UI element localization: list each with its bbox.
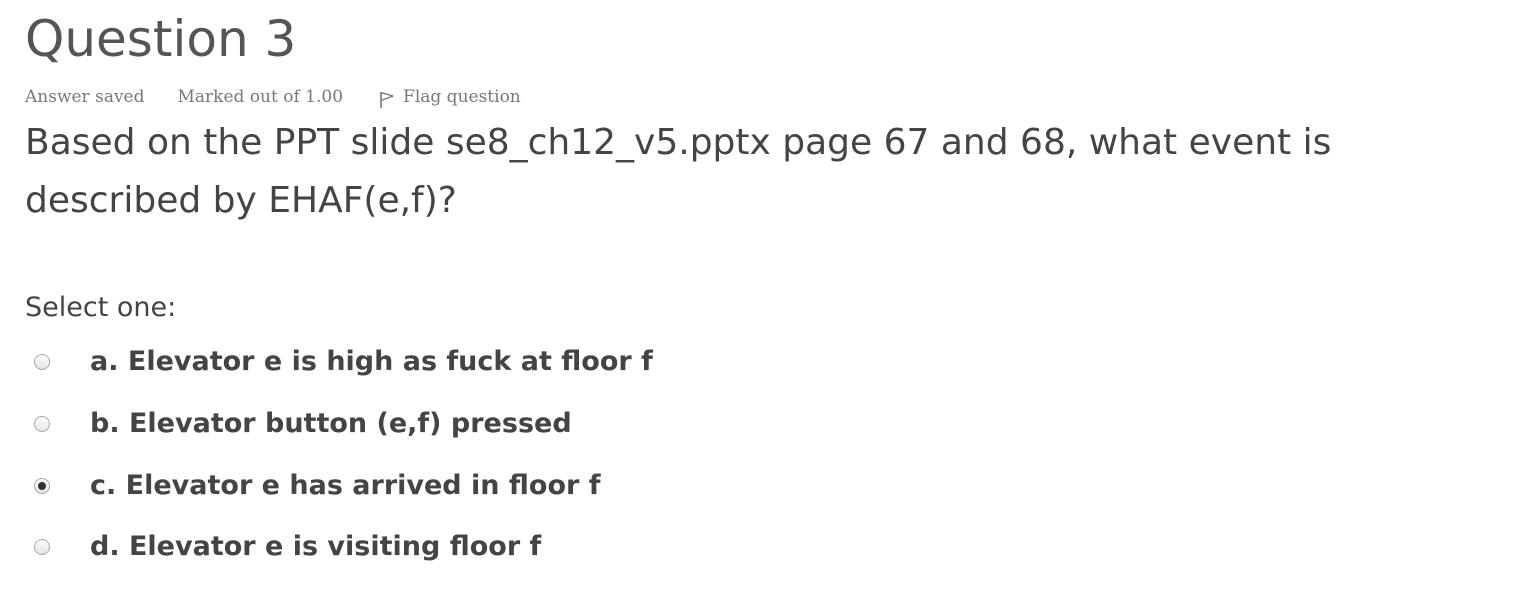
answer-option-d-label: d. Elevator e is visiting floor f <box>90 531 542 562</box>
radio-option-a[interactable] <box>34 354 50 370</box>
grade-info: Marked out of 1.00 <box>177 87 344 107</box>
flag-question-label: Flag question <box>403 87 521 107</box>
answer-state: Answer saved <box>25 87 145 107</box>
answer-option-b-label: b. Elevator button (e,f) pressed <box>90 408 572 439</box>
radio-option-c[interactable] <box>34 478 50 494</box>
question-text: Based on the PPT slide se8_ch12_v5.pptx … <box>25 122 1332 221</box>
question-info: Answer saved Marked out of 1.00 Flag que… <box>25 85 521 109</box>
select-one-prompt: Select one: <box>25 292 177 323</box>
answer-option-a-label: a. Elevator e is high as fuck at floor f <box>90 346 653 377</box>
question-title: Question 3 <box>25 10 297 68</box>
answer-option-c-label: c. Elevator e has arrived in floor f <box>90 470 601 501</box>
flag-icon <box>380 91 394 108</box>
radio-option-d[interactable] <box>34 539 50 555</box>
radio-option-b[interactable] <box>34 416 50 432</box>
flag-question-button[interactable]: Flag question <box>379 86 521 109</box>
